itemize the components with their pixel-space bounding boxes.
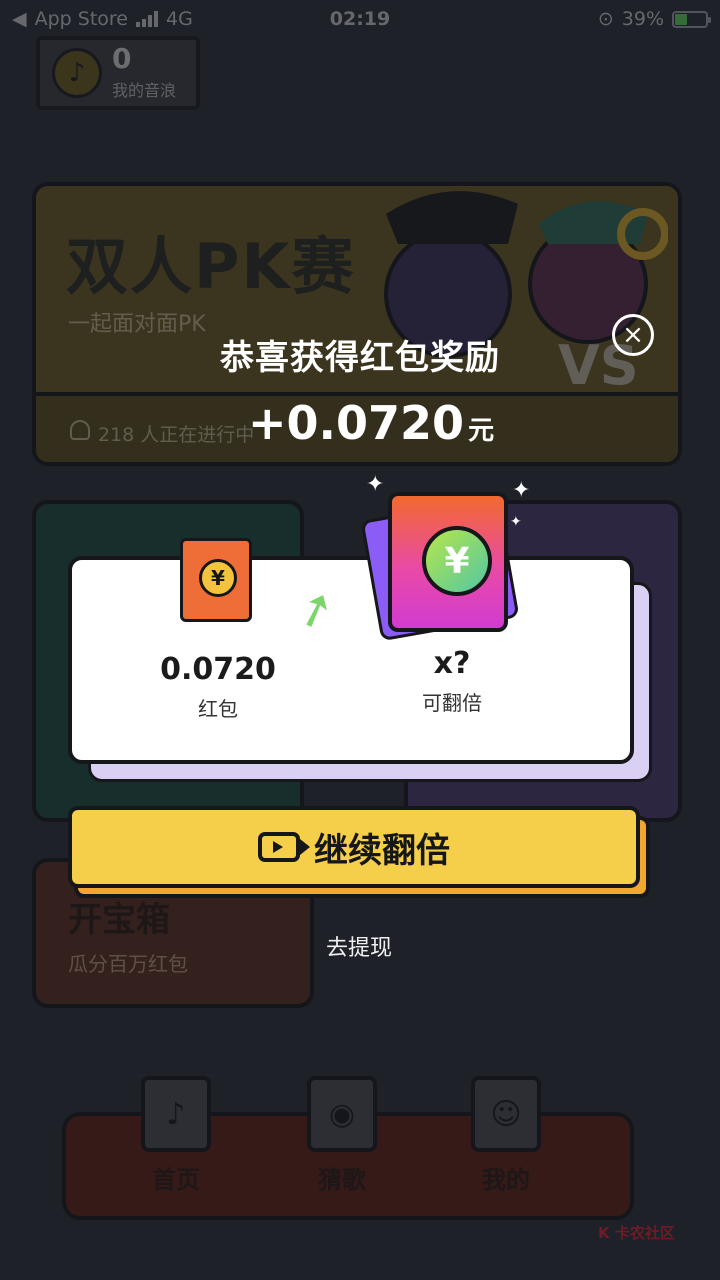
music-note-icon: ♪ [141,1076,211,1152]
double-reward-label: 可翻倍 [422,691,482,715]
nav-label: 猜歌 [318,1166,366,1194]
withdraw-link[interactable]: 去提现 [326,930,392,962]
status-bar: ◀ App Store 4G 02:19 ⊙ 39% [0,0,720,38]
sparkle-icon: ✦ [510,514,522,530]
reward-amount: +0.0720 元 [248,396,494,450]
vinyl-record-icon: ◉ [307,1076,377,1152]
yen-coin-icon: ¥ [199,559,237,597]
reward-amount-unit: 元 [468,416,495,446]
video-icon [258,832,310,862]
red-envelope-icon: ¥ [180,538,252,622]
nav-home[interactable]: ♪ 首页 [136,1076,216,1195]
continue-double-label: 继续翻倍 [314,830,450,871]
double-reward: x? 可翻倍 [342,646,562,716]
battery-icon [672,10,711,28]
nav-guess-song[interactable]: ◉ 猜歌 [302,1076,382,1195]
current-reward-value: 0.0720 [160,652,276,687]
continue-double-button[interactable]: 继续翻倍 [68,806,640,888]
current-reward-label: 红包 [198,697,238,721]
sparkle-icon: ✦ [366,472,385,497]
reward-amount-value: +0.0720 [248,396,465,450]
double-reward-value: x? [433,646,471,681]
treasure-subtitle: 瓜分百万红包 [68,952,188,976]
current-reward: 0.0720 红包 [108,652,328,722]
reward-panel: 0.0720 红包 x? 可翻倍 [68,556,634,764]
sparkle-icon: ✦ [512,478,531,503]
nav-label: 我的 [482,1166,530,1194]
sound-wave-label: 我的音浪 [112,81,177,100]
battery-percent: 39% [621,8,664,30]
rotation-lock-icon: ⊙ [597,8,614,30]
sound-wave-chip[interactable]: ♪ 0 我的音浪 [36,36,200,110]
avatar-icon: ☺ [471,1076,541,1152]
nav-mine[interactable]: ☺ 我的 [466,1076,546,1195]
user-icon [70,420,90,440]
nav-label: 首页 [152,1166,200,1194]
bottom-nav: ♪ 首页 ◉ 猜歌 ☺ 我的 [62,1076,634,1220]
pk-players-count: 218 人正在进行中 [98,424,255,446]
yen-coin-icon: ¥ [422,526,492,596]
sound-wave-count: 0 [112,42,132,75]
reward-title: 恭喜获得红包奖励 [220,338,500,378]
screen: ◀ App Store 4G 02:19 ⊙ 39% ♪ 0 我的音浪 双人PK… [0,0,720,1280]
treasure-title: 开宝箱 [68,900,170,940]
pk-title: 双人PK赛 [66,230,356,303]
watermark-logo: K 卡农社区 [598,1224,675,1242]
big-red-envelope-icon: ¥ [388,492,508,632]
music-note-icon: ♪ [52,48,102,98]
